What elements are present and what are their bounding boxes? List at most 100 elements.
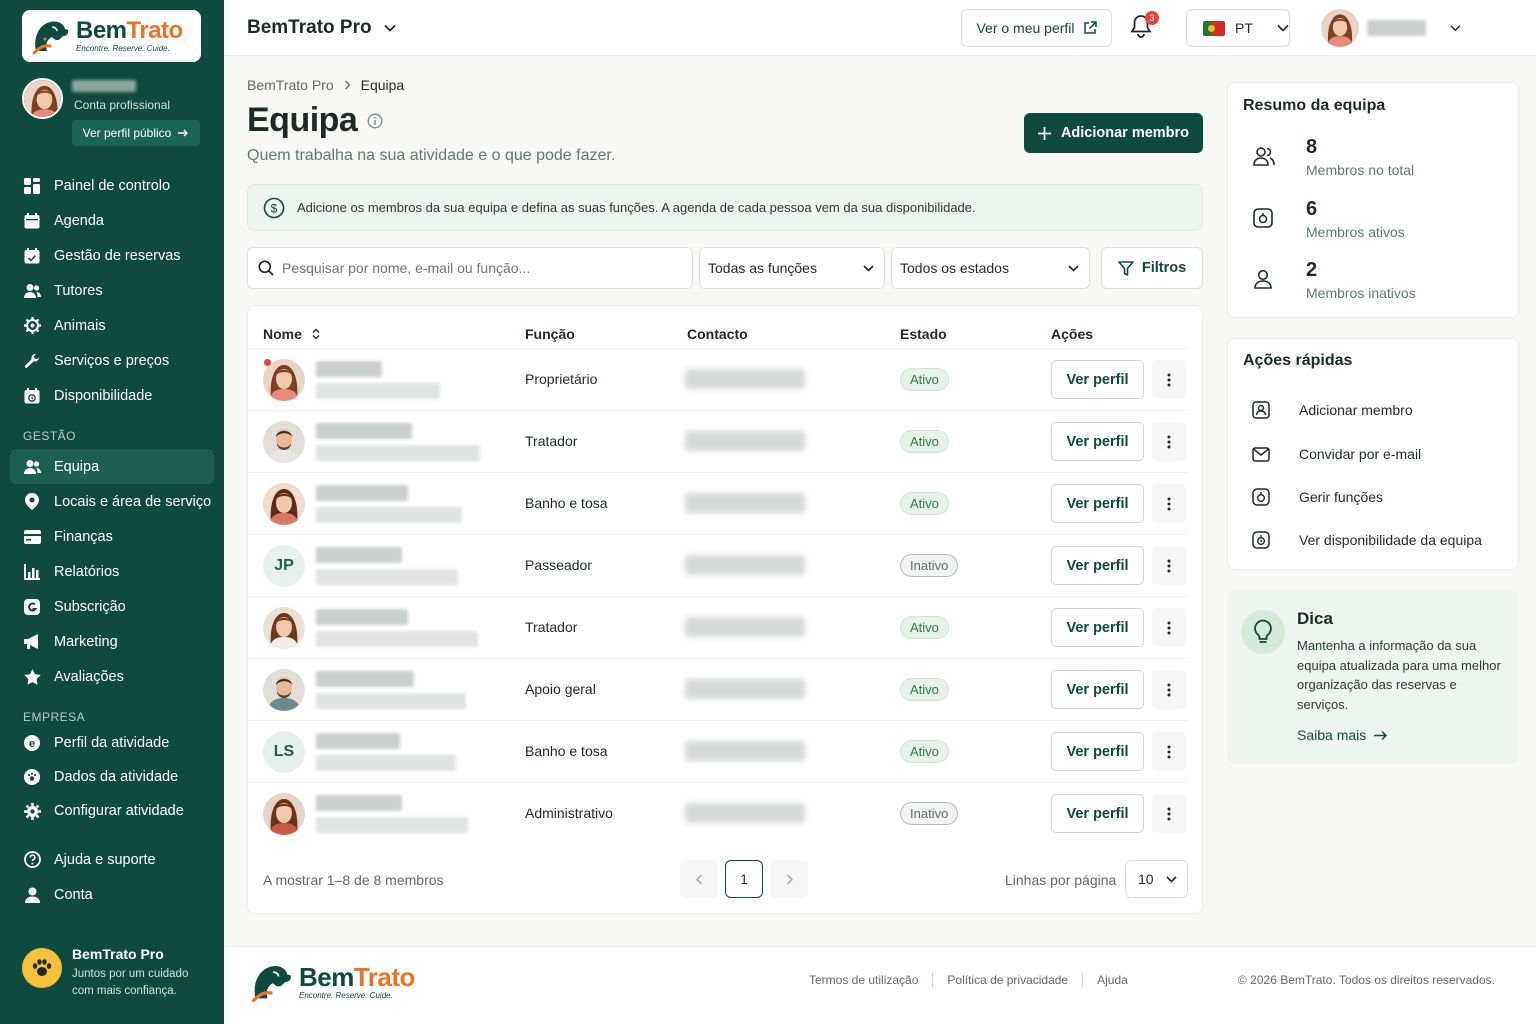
avatar[interactable] <box>263 669 305 711</box>
wrench-icon <box>23 352 41 370</box>
avatar[interactable] <box>22 78 63 119</box>
sidebar-item-ajuda[interactable]: Ajuda e suporte <box>10 842 214 877</box>
search-input[interactable] <box>282 260 662 276</box>
page-button-current[interactable]: 1 <box>725 860 763 898</box>
add-member-button[interactable]: Adicionar membro <box>1024 113 1203 153</box>
add-member-label: Adicionar membro <box>1060 125 1190 141</box>
sidebar-item-marketing[interactable]: Marketing <box>10 624 214 659</box>
sidebar-item-locais[interactable]: Locais e área de serviço <box>10 484 214 519</box>
profile-name-blurred <box>72 80 136 92</box>
notifications-button[interactable]: 3 <box>1130 11 1159 40</box>
sidebar-item-tutores[interactable]: Tutores <box>10 273 214 308</box>
rows-per-page-select[interactable]: 10 <box>1125 860 1188 898</box>
member-email-blurred <box>316 507 462 523</box>
breadcrumb-current: Equipa <box>360 77 405 93</box>
avatar[interactable] <box>263 483 305 525</box>
footer-link-terms[interactable]: Termos de utilização <box>809 973 934 987</box>
column-header-name[interactable]: Nome <box>263 326 320 342</box>
more-vertical-icon <box>1167 497 1171 510</box>
sidebar-item-painel[interactable]: Painel de controlo <box>10 168 214 203</box>
footer-link-help[interactable]: Ajuda <box>1083 973 1142 987</box>
row-menu-button[interactable] <box>1152 794 1186 833</box>
column-header-actions: Ações <box>1051 326 1094 342</box>
quick-action-add-member[interactable]: Adicionar membro <box>1243 395 1503 425</box>
learn-more-link[interactable]: Saiba mais <box>1297 727 1388 743</box>
sidebar-item-servicos[interactable]: Serviços e preços <box>10 343 214 378</box>
view-profile-button[interactable]: Ver perfil <box>1051 484 1144 523</box>
sidebar-item-financas[interactable]: Finanças <box>10 519 214 554</box>
member-name-blurred <box>316 795 402 811</box>
help-icon <box>23 851 41 869</box>
member-contact-blurred <box>685 803 805 823</box>
view-profile-button[interactable]: Ver perfil <box>1051 546 1144 585</box>
logo-text-1: Bem <box>76 17 127 44</box>
sidebar-item-disponibilidade[interactable]: Disponibilidade <box>10 378 214 413</box>
quick-action-invite-email[interactable]: Convidar por e-mail <box>1243 439 1503 469</box>
app-switcher[interactable]: BemTrato Pro <box>247 17 396 39</box>
status-filter-select[interactable]: Todos os estados <box>891 247 1090 289</box>
filters-button[interactable]: Filtros <box>1101 247 1203 289</box>
prev-page-button[interactable] <box>680 860 718 898</box>
row-menu-button[interactable] <box>1152 546 1186 585</box>
breadcrumb-root[interactable]: BemTrato Pro <box>247 77 334 93</box>
view-my-profile-button[interactable]: Ver o meu perfil <box>961 9 1112 47</box>
public-profile-button[interactable]: Ver perfil público <box>72 120 200 146</box>
logo-text-1: Bem <box>299 962 354 992</box>
sidebar-item-subscricao[interactable]: Subscrição <box>10 589 214 624</box>
info-icon[interactable] <box>367 113 383 129</box>
status-badge: Ativo <box>900 740 949 763</box>
row-menu-button[interactable] <box>1152 422 1186 461</box>
table-row: Proprietário Ativo Ver perfil <box>248 348 1188 410</box>
tip-card: Dica Mantenha a informação da sua equipa… <box>1227 590 1519 764</box>
sidebar-item-conta[interactable]: Conta <box>10 877 214 912</box>
member-email-blurred <box>316 445 480 461</box>
user-name-blurred <box>1367 20 1427 36</box>
role-filter-select[interactable]: Todas as funções <box>699 247 885 289</box>
wallet-icon <box>23 528 41 546</box>
sidebar-item-dados-atividade[interactable]: Dados da atividade <box>10 760 214 794</box>
table-row: Tratador Ativo Ver perfil <box>248 410 1188 472</box>
footer-link-privacy[interactable]: Política de privacidade <box>933 973 1084 987</box>
sidebar-main-nav: Painel de controlo Agenda Gestão de rese… <box>10 168 214 912</box>
avatar-initials[interactable]: JP <box>263 545 305 587</box>
sidebar-item-avaliacoes[interactable]: Avaliações <box>10 659 214 694</box>
external-link-icon <box>1083 21 1097 34</box>
sidebar-item-configurar[interactable]: Configurar atividade <box>10 794 214 828</box>
sidebar-item-relatorios[interactable]: Relatórios <box>10 554 214 589</box>
view-profile-button[interactable]: Ver perfil <box>1051 794 1144 833</box>
row-menu-button[interactable] <box>1152 608 1186 647</box>
view-profile-button[interactable]: Ver perfil <box>1051 732 1144 771</box>
sidebar-item-agenda[interactable]: Agenda <box>10 203 214 238</box>
row-menu-button[interactable] <box>1152 484 1186 523</box>
sidebar-item-label: Agenda <box>54 212 104 229</box>
sidebar-item-perfil-atividade[interactable]: e Perfil da atividade <box>10 726 214 760</box>
table-row: JP Passeador Inativo Ver perfil <box>248 534 1188 596</box>
brand-logo[interactable]: BemTrato Encontre. Reserve. Cuide. <box>22 10 201 62</box>
sidebar-item-animais[interactable]: Animais <box>10 308 214 343</box>
avatar[interactable] <box>263 421 305 463</box>
sidebar-item-equipa[interactable]: Equipa <box>10 449 214 484</box>
row-menu-button[interactable] <box>1152 670 1186 709</box>
sidebar-item-reservas[interactable]: Gestão de reservas <box>10 238 214 273</box>
avatar-initials[interactable]: LS <box>263 731 305 773</box>
owner-dot <box>264 359 271 366</box>
view-profile-button[interactable]: Ver perfil <box>1051 608 1144 647</box>
user-menu[interactable] <box>1321 9 1461 47</box>
quick-action-team-availability[interactable]: Ver disponibilidade da equipa <box>1243 525 1503 555</box>
chevron-right-icon <box>786 874 793 884</box>
view-profile-button[interactable]: Ver perfil <box>1051 422 1144 461</box>
quick-action-manage-roles[interactable]: Gerir funções <box>1243 482 1503 512</box>
view-profile-button[interactable]: Ver perfil <box>1051 670 1144 709</box>
footer-logo[interactable]: BemTrato Encontre. Reserve. Cuide. <box>249 959 415 1005</box>
chevron-down-icon <box>1277 24 1289 32</box>
row-menu-button[interactable] <box>1152 732 1186 771</box>
member-contact-blurred <box>685 431 805 451</box>
row-menu-button[interactable] <box>1152 360 1186 399</box>
next-page-button[interactable] <box>770 860 808 898</box>
status-badge: Ativo <box>900 430 949 453</box>
avatar[interactable] <box>263 607 305 649</box>
view-profile-button[interactable]: Ver perfil <box>1051 360 1144 399</box>
avatar[interactable] <box>263 793 305 835</box>
language-selector[interactable]: PT <box>1186 9 1290 47</box>
status-badge: Ativo <box>900 368 949 391</box>
